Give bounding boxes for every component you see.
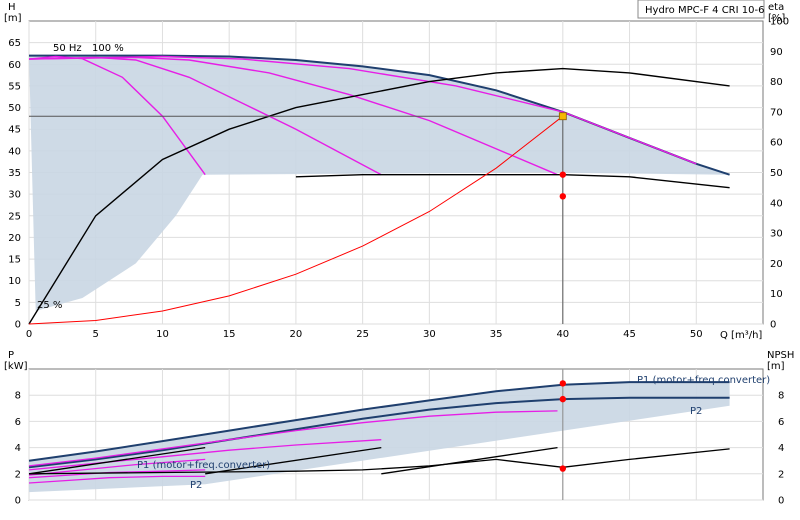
x-tick-label: 50: [690, 329, 703, 340]
x-tick-label: 15: [223, 329, 236, 340]
lower-y-unit: [kW]: [4, 361, 28, 372]
lower-y-right-unit: [m]: [767, 361, 785, 372]
upper-y-tick-label: 0: [15, 320, 21, 331]
upper-y-tick-label: 35: [8, 168, 21, 179]
power-duty-point-2: [559, 465, 567, 472]
power-duty-point-0: [559, 380, 567, 387]
upper-y-right-tick-label: 90: [770, 47, 783, 58]
x-tick-label: 0: [26, 329, 32, 340]
efficiency-duty-point-1: [559, 193, 567, 200]
x-tick-label: 20: [290, 329, 303, 340]
upper-y-tick-label: 10: [8, 276, 21, 287]
upper-y-tick-label: 40: [8, 146, 21, 157]
lower-y-tick-label: 6: [15, 417, 21, 428]
upper-y-tick-label: 60: [8, 60, 21, 71]
lower-y-tick-label: 4: [15, 443, 21, 454]
upper-y-right-tick-label: 50: [770, 168, 783, 179]
upper-y-label: H: [8, 2, 16, 13]
legend-p2-max: P2: [690, 406, 702, 417]
x-axis-label: Q [m³/h]: [720, 330, 762, 341]
upper-y-right-tick-label: 40: [770, 198, 783, 209]
upper-y-right-unit: [%]: [768, 13, 785, 24]
upper-y-tick-label: 50: [8, 103, 21, 114]
lower-y-label: P: [8, 350, 14, 361]
x-tick-label: 35: [490, 329, 503, 340]
annotation-50hz: 50 Hz: [53, 43, 82, 54]
pump-performance-chart: 0 5 10 15 20 25 30 35 40 45 5005101520253035404550…: [4, 0, 794, 507]
legend-p1-max: P1 (motor+freq.converter): [637, 375, 770, 386]
lower-y-right-tick-label: 8: [778, 391, 784, 402]
upper-y-tick-label: 30: [8, 190, 21, 201]
legend-p1-low: P1 (motor+freq.converter): [137, 460, 270, 471]
lower-y-tick-label: 8: [15, 391, 21, 402]
upper-y-tick-label: 20: [8, 233, 21, 244]
x-tick-label: 30: [423, 329, 436, 340]
lower-y-right-tick-label: 0: [778, 496, 784, 507]
power-duty-point-1: [559, 395, 567, 403]
x-tick-label: 40: [556, 329, 569, 340]
duty-point-marker: [558, 112, 567, 121]
legend-p2-low: P2: [190, 480, 202, 491]
upper-y-tick-label: 15: [8, 255, 21, 266]
annotation-25-percent: 25 %: [37, 300, 62, 311]
lower-y-tick-label: 0: [15, 496, 21, 507]
upper-y-tick-label: 65: [8, 38, 21, 49]
lower-y-right-tick-label: 4: [778, 443, 784, 454]
upper-y-right-tick-label: 80: [770, 77, 783, 88]
upper-y-right-tick-label: 10: [770, 289, 783, 300]
lower-y-right-tick-label: 2: [778, 469, 784, 480]
upper-y-tick-label: 5: [15, 298, 21, 309]
upper-y-right-tick-label: 70: [770, 107, 783, 118]
upper-y-tick-label: 25: [8, 211, 21, 222]
upper-y-unit: [m]: [4, 13, 22, 24]
efficiency-duty-point-0: [559, 171, 567, 178]
upper-y-tick-label: 45: [8, 125, 21, 136]
upper-y-right-tick-label: 30: [770, 229, 783, 240]
chart-title: Hydro MPC-F 4 CRI 10-6: [645, 5, 764, 16]
x-tick-label: 10: [156, 329, 169, 340]
lower-y-right-label: NPSH: [767, 350, 794, 361]
x-tick-label: 5: [93, 329, 99, 340]
upper-y-right-tick-label: 0: [770, 320, 776, 331]
x-tick-label: 25: [356, 329, 369, 340]
upper-y-right-label: eta: [768, 2, 784, 13]
plot-layer: 0 5 10 15 20 25 30 35 40 45 5005101520253035404550…: [8, 17, 789, 507]
upper-y-tick-label: 55: [8, 81, 21, 92]
upper-y-right-tick-label: 60: [770, 138, 783, 149]
lower-y-right-tick-label: 6: [778, 417, 784, 428]
annotation-100-percent: 100 %: [92, 43, 124, 54]
upper-y-right-tick-label: 20: [770, 259, 783, 270]
lower-y-tick-label: 2: [15, 469, 21, 480]
x-tick-label: 45: [623, 329, 636, 340]
